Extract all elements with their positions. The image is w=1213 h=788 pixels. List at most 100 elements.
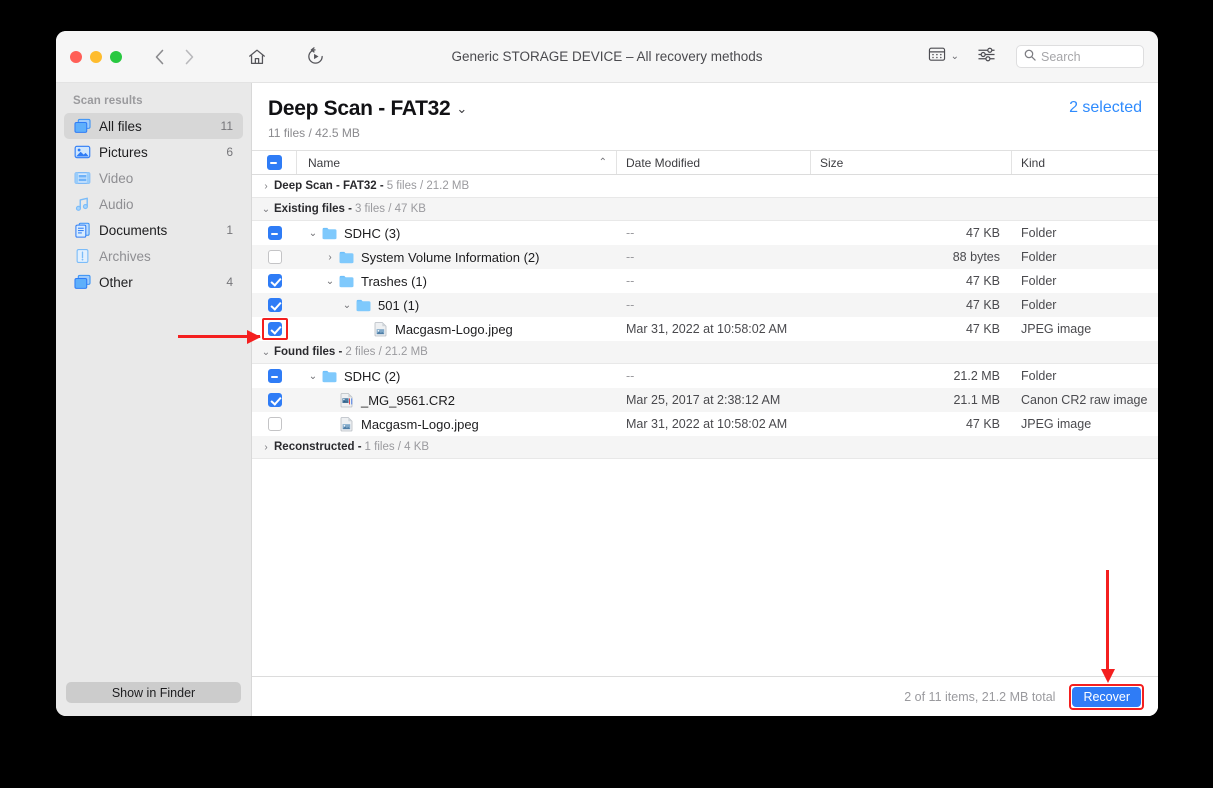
main-panel: Deep Scan - FAT32 ⌄ 11 files / 42.5 MB 2…: [252, 83, 1158, 716]
search-input[interactable]: Search: [1016, 45, 1144, 68]
row-size-cell: 47 KB: [965, 274, 1000, 288]
row-checkbox[interactable]: [267, 226, 282, 240]
chevron-down-icon[interactable]: ⌄: [305, 371, 321, 382]
file-table-body[interactable]: › Deep Scan - FAT32 -5 files / 21.2 MB ⌄ Ex…: [252, 175, 1158, 676]
sidebar-item-label: Pictures: [99, 144, 148, 160]
sidebar-item-other[interactable]: Other 4: [64, 269, 243, 295]
row-checkbox[interactable]: [267, 322, 282, 336]
folder-icon: [338, 251, 355, 264]
row-checkbox[interactable]: [267, 274, 282, 288]
sidebar-item-video[interactable]: Video: [64, 165, 243, 191]
jpeg-file-icon: [338, 416, 355, 432]
row-date-cell: Mar 31, 2022 at 10:58:02 AM: [626, 417, 788, 431]
home-icon[interactable]: [242, 44, 272, 70]
chevron-right-icon[interactable]: ›: [258, 181, 274, 192]
row-name-label: System Volume Information (2): [361, 249, 540, 265]
row-checkbox-cell[interactable]: [252, 417, 297, 431]
chevron-down-icon[interactable]: ⌄: [258, 204, 274, 215]
column-header-kind[interactable]: Kind: [1012, 151, 1158, 174]
group-row[interactable]: ⌄ Found files -2 files / 21.2 MB: [252, 341, 1158, 364]
jpeg-file-icon: [372, 321, 389, 337]
sidebar-item-audio[interactable]: Audio: [64, 191, 243, 217]
group-row[interactable]: › Deep Scan - FAT32 -5 files / 21.2 MB: [252, 175, 1158, 198]
row-checkbox-cell[interactable]: [252, 274, 297, 288]
row-kind-cell: Folder: [1021, 369, 1057, 383]
chevron-right-icon[interactable]: ›: [322, 252, 338, 263]
table-row[interactable]: › System Volume Information (2) -- 88 bytes…: [252, 245, 1158, 269]
chevron-down-icon[interactable]: ⌄: [322, 276, 338, 287]
chevron-down-icon[interactable]: ⌄: [305, 228, 321, 239]
row-checkbox-cell[interactable]: [252, 393, 297, 407]
status-text: 2 of 11 items, 21.2 MB total: [904, 689, 1056, 704]
chevron-down-icon: ⌄: [950, 51, 959, 62]
column-header-date[interactable]: Date Modified: [617, 151, 811, 174]
sidebar-item-all-files[interactable]: All files 11: [64, 113, 243, 139]
row-checkbox-cell[interactable]: [252, 369, 297, 383]
table-row[interactable]: ⌄ Trashes (1) -- 47 KB Folder: [252, 269, 1158, 293]
row-checkbox[interactable]: [267, 417, 282, 431]
sidebar-item-count: 11: [220, 119, 233, 133]
group-row-name: Existing files -: [274, 203, 352, 215]
chevron-down-icon[interactable]: ⌄: [258, 347, 274, 358]
row-date-cell: --: [626, 250, 635, 264]
search-placeholder: Search: [1041, 49, 1081, 64]
row-checkbox-cell[interactable]: [252, 226, 297, 240]
row-checkbox[interactable]: [267, 298, 282, 312]
table-row[interactable]: ⌄ SDHC (3) -- 47 KB Folder: [252, 221, 1158, 245]
zoom-button[interactable]: [110, 50, 122, 63]
sidebar-item-label: Archives: [99, 248, 151, 264]
selected-count-label[interactable]: 2 selected: [1069, 99, 1142, 117]
select-all-checkbox[interactable]: [266, 155, 282, 170]
recover-button[interactable]: Recover: [1072, 686, 1141, 707]
group-row[interactable]: › Reconstructed -1 files / 4 KB: [252, 436, 1158, 459]
search-icon: [1024, 48, 1036, 66]
folder-icon: [321, 227, 338, 240]
column-header-name-label: Name: [308, 155, 341, 170]
chevron-down-icon[interactable]: ⌄: [456, 101, 467, 117]
settings-button[interactable]: [967, 42, 1006, 72]
folder-icon: [355, 299, 372, 312]
select-all-checkbox-cell[interactable]: [252, 151, 297, 174]
minimize-button[interactable]: [90, 50, 102, 63]
row-size-cell: 21.1 MB: [953, 393, 1000, 407]
table-row[interactable]: Macgasm-Logo.jpeg Mar 31, 2022 at 10:58:0…: [252, 412, 1158, 436]
sidebar-item-count: 1: [226, 223, 233, 237]
back-button[interactable]: [146, 44, 172, 70]
sidebar-item-documents[interactable]: Documents 1: [64, 217, 243, 243]
row-size-cell: 47 KB: [965, 417, 1000, 431]
audio-icon: [74, 196, 91, 213]
row-name-cell: _MG_9561.CR2: [297, 393, 617, 408]
other-icon: [74, 274, 91, 291]
forward-button[interactable]: [176, 44, 202, 70]
recover-button-highlight: Recover: [1069, 683, 1144, 710]
row-date-cell: --: [626, 226, 635, 240]
group-row-name: Deep Scan - FAT32 -: [274, 180, 384, 192]
row-checkbox-cell[interactable]: [252, 322, 297, 336]
sidebar-item-label: Other: [99, 274, 133, 290]
table-row[interactable]: Macgasm-Logo.jpeg Mar 31, 2022 at 10:58:0…: [252, 317, 1158, 341]
row-checkbox-cell[interactable]: [252, 298, 297, 312]
row-checkbox-cell[interactable]: [252, 250, 297, 264]
sidebar-item-label: Video: [99, 170, 134, 186]
grid-view-button[interactable]: ⌄: [922, 42, 965, 71]
chevron-down-icon[interactable]: ⌄: [339, 300, 355, 311]
column-header-name[interactable]: Name ⌃: [297, 151, 617, 174]
row-date-cell: Mar 31, 2022 at 10:58:02 AM: [626, 322, 788, 336]
table-header: Name ⌃ Date Modified Size Kind: [252, 150, 1158, 175]
sidebar-item-pictures[interactable]: Pictures 6: [64, 139, 243, 165]
row-checkbox[interactable]: [267, 369, 282, 383]
sidebar-item-archives[interactable]: Archives: [64, 243, 243, 269]
chevron-right-icon[interactable]: ›: [258, 442, 274, 453]
group-row[interactable]: ⌄ Existing files -3 files / 47 KB: [252, 198, 1158, 221]
column-header-size[interactable]: Size: [811, 151, 1012, 174]
sidebar-item-label: All files: [99, 118, 142, 134]
row-checkbox[interactable]: [267, 393, 282, 407]
show-in-finder-button[interactable]: Show in Finder: [66, 682, 241, 703]
archives-icon: [74, 248, 91, 265]
close-button[interactable]: [70, 50, 82, 63]
table-row[interactable]: _MG_9561.CR2 Mar 25, 2017 at 2:38:12 AM 21…: [252, 388, 1158, 412]
table-row[interactable]: ⌄ 501 (1) -- 47 KB Folder: [252, 293, 1158, 317]
row-checkbox[interactable]: [267, 250, 282, 264]
replay-icon[interactable]: [300, 44, 330, 70]
table-row[interactable]: ⌄ SDHC (2) -- 21.2 MB Folder: [252, 364, 1158, 388]
